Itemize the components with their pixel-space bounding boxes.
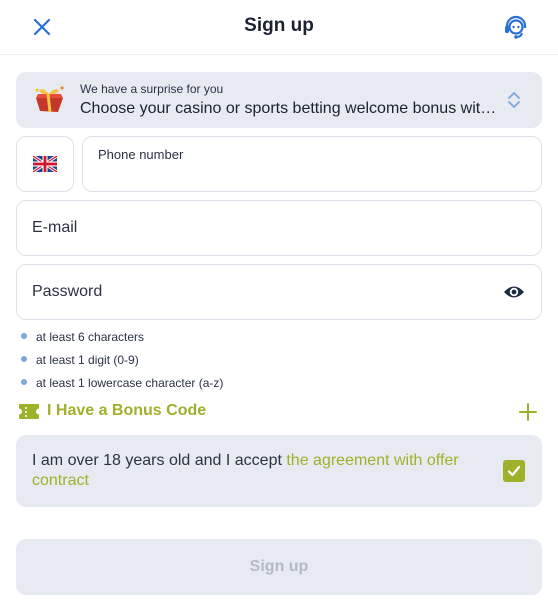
checkmark-icon: [507, 465, 521, 477]
password-rule: at least 6 characters: [20, 328, 223, 351]
password-rule: at least 1 lowercase character (a-z): [20, 374, 223, 397]
password-rule-text: at least 1 digit (0-9): [36, 353, 139, 367]
welcome-bonus-text: Choose your casino or sports betting wel…: [80, 100, 500, 117]
headset-support-icon[interactable]: [502, 13, 530, 41]
email-field[interactable]: E-mail: [16, 200, 542, 256]
phone-number-label: Phone number: [98, 147, 184, 162]
bullet-dot-icon: [21, 356, 27, 362]
password-rule-text: at least 6 characters: [36, 330, 145, 344]
password-rules: at least 6 characters at least 1 digit (…: [20, 328, 223, 397]
bullet-dot-icon: [21, 379, 27, 385]
chevron-updown-icon[interactable]: [506, 90, 522, 110]
eye-icon[interactable]: [503, 283, 525, 301]
agreement-checkbox[interactable]: [503, 460, 525, 482]
bonus-code-label: I Have a Bonus Code: [47, 402, 207, 419]
bonus-code-toggle[interactable]: I Have a Bonus Code: [16, 400, 542, 424]
password-rule-text: at least 1 lowercase character (a-z): [36, 376, 224, 390]
gift-icon: [32, 84, 66, 114]
bullet-dot-icon: [21, 333, 27, 339]
agreement-panel: I am over 18 years old and I accept the …: [16, 435, 542, 507]
agreement-statement: I am over 18 years old and I accept: [32, 452, 287, 469]
ticket-icon: [18, 403, 40, 420]
welcome-bonus-selector[interactable]: We have a surprise for you Choose your c…: [16, 72, 542, 128]
plus-icon[interactable]: [518, 402, 538, 422]
password-rule: at least 1 digit (0-9): [20, 351, 223, 374]
sign-up-button[interactable]: Sign up: [16, 539, 542, 595]
email-placeholder: E-mail: [32, 219, 78, 236]
agreement-text: I am over 18 years old and I accept the …: [32, 451, 472, 491]
header: Sign up: [0, 0, 558, 55]
surprise-label: We have a surprise for you: [80, 82, 224, 96]
country-code-selector[interactable]: [16, 136, 74, 192]
phone-number-field[interactable]: Phone number: [82, 136, 542, 192]
password-field[interactable]: Password: [16, 264, 542, 320]
page-title: Sign up: [244, 15, 314, 36]
uk-flag-icon: [32, 154, 58, 174]
password-placeholder: Password: [32, 283, 103, 300]
